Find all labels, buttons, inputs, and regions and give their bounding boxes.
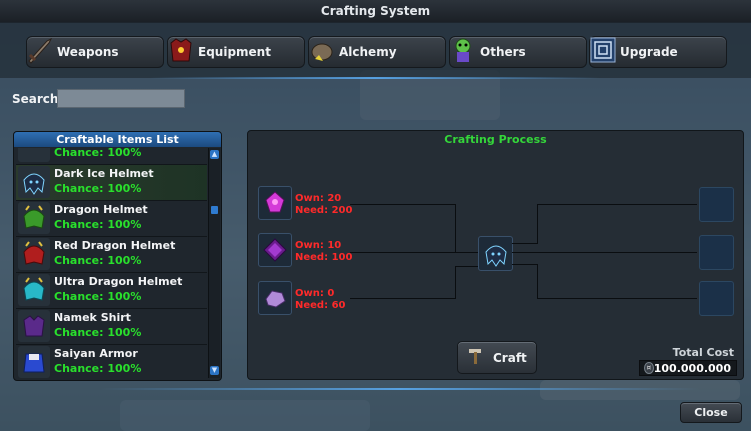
armor-icon [164, 33, 198, 67]
search-input[interactable] [57, 89, 185, 108]
list-item[interactable]: Dragon Helmet Chance: 100% [16, 201, 207, 237]
list-item[interactable]: Namek Shirt Chance: 100% [16, 309, 207, 345]
item-chance: Chance: 100% [54, 218, 142, 231]
craft-label: Craft [493, 350, 527, 365]
result-slot[interactable] [478, 236, 513, 271]
item-chance: Chance: 100% [54, 148, 142, 159]
dark-ice-helmet-icon [18, 166, 50, 198]
connector-line [455, 266, 456, 299]
tab-others[interactable]: Others [449, 36, 587, 68]
upgrade-icon [586, 33, 620, 67]
ultra-dragon-helmet-icon [18, 274, 50, 306]
output-slot-3[interactable] [699, 281, 734, 316]
divider [150, 77, 600, 79]
list-item[interactable]: Red Dragon Helmet Chance: 100% [16, 237, 207, 273]
red-dragon-helmet-icon [18, 238, 50, 270]
list-item[interactable]: Ultra Dragon Helmet Chance: 100% [16, 273, 207, 309]
tab-equipment[interactable]: Equipment [167, 36, 305, 68]
list-title: Craftable Items List [14, 132, 221, 147]
item-chance: Chance: 100% [54, 182, 142, 195]
material-2-own: Own: 10 [295, 240, 342, 251]
connector-line [350, 204, 456, 205]
output-slot-2[interactable] [699, 235, 734, 270]
connector-line [537, 298, 697, 299]
item-name: Ultra Dragon Helmet [54, 275, 183, 288]
material-slot-3[interactable] [258, 281, 292, 315]
material-1-own: Own: 20 [295, 193, 342, 204]
purple-gem-icon [263, 238, 287, 262]
saiyan-armor-icon [18, 346, 50, 378]
craftable-items-panel: Craftable Items List Chance: 100% Dark I… [13, 131, 222, 381]
window-title: Crafting System [320, 4, 431, 18]
namek-shirt-icon [18, 310, 50, 342]
craft-button[interactable]: Craft [457, 341, 537, 374]
list-scrollbar[interactable]: ▲ ▼ [208, 148, 220, 378]
list-item[interactable]: Saiyan Armor Chance: 100% [16, 345, 207, 378]
connector-line [455, 204, 456, 252]
item-chance: Chance: 100% [54, 326, 142, 339]
connector-line [512, 243, 538, 244]
sword-icon [23, 33, 57, 67]
title-bar: Crafting System [0, 0, 751, 23]
item-name: Red Dragon Helmet [54, 239, 176, 252]
material-slot-2[interactable] [258, 233, 292, 267]
tab-label: Others [480, 45, 526, 59]
connector-line [512, 264, 538, 265]
tab-upgrade[interactable]: Upgrade [589, 36, 727, 68]
alchemy-icon [305, 33, 339, 67]
list-item[interactable]: Chance: 100% [16, 148, 207, 165]
material-1-need: Need: 200 [295, 205, 353, 216]
scroll-down-icon[interactable]: ▼ [210, 366, 219, 375]
scroll-thumb[interactable] [211, 206, 218, 214]
connector-line [537, 204, 538, 244]
connector-line [350, 298, 456, 299]
item-chance: Chance: 100% [54, 290, 142, 303]
material-3-need: Need: 60 [295, 300, 346, 311]
pink-crystal-icon [265, 191, 285, 213]
item-name: Namek Shirt [54, 311, 131, 324]
hammer-icon [467, 347, 485, 369]
item-name: Dark Ice Helmet [54, 167, 154, 180]
connector-line [350, 252, 478, 253]
search-label: Search [12, 92, 59, 106]
connector-line [512, 252, 697, 253]
output-slot-1[interactable] [699, 187, 734, 222]
tab-label: Weapons [57, 45, 119, 59]
crafting-process-panel: Crafting Process Own: 20 Need: 200 Own: … [247, 130, 744, 380]
item-chance: Chance: 100% [54, 362, 142, 375]
tab-weapons[interactable]: Weapons [26, 36, 164, 68]
list-item[interactable]: Dark Ice Helmet Chance: 100% [16, 165, 207, 201]
material-2-need: Need: 100 [295, 252, 353, 263]
total-cost-box: ¤ 100.000.000 [639, 360, 737, 376]
partial-item-icon [18, 148, 50, 162]
tab-alchemy[interactable]: Alchemy [308, 36, 446, 68]
scroll-up-icon[interactable]: ▲ [210, 150, 219, 159]
item-name: Saiyan Armor [54, 347, 138, 360]
connector-line [537, 264, 538, 299]
creature-icon [446, 33, 480, 67]
material-3-own: Own: 0 [295, 288, 335, 299]
lavender-ore-icon [265, 290, 286, 308]
dragon-helmet-icon [18, 202, 50, 234]
craftable-items-list: Chance: 100% Dark Ice Helmet Chance: 100… [16, 148, 207, 378]
item-name: Dragon Helmet [54, 203, 148, 216]
total-cost-value: 100.000.000 [653, 361, 731, 375]
connector-line [455, 266, 478, 267]
crafting-title: Crafting Process [444, 133, 547, 146]
material-slot-1[interactable] [258, 186, 292, 220]
total-cost-label: Total Cost [672, 346, 734, 359]
item-chance: Chance: 100% [54, 254, 142, 267]
tab-label: Equipment [198, 45, 271, 59]
tab-label: Upgrade [620, 45, 678, 59]
divider [100, 388, 700, 390]
coin-icon: ¤ [644, 362, 654, 374]
crafting-window: Crafting System Weapons Equipment Alchem… [0, 0, 751, 431]
close-button[interactable]: Close [680, 402, 742, 423]
connector-line [537, 204, 697, 205]
dark-ice-helmet-icon [484, 245, 507, 267]
tab-label: Alchemy [339, 45, 397, 59]
